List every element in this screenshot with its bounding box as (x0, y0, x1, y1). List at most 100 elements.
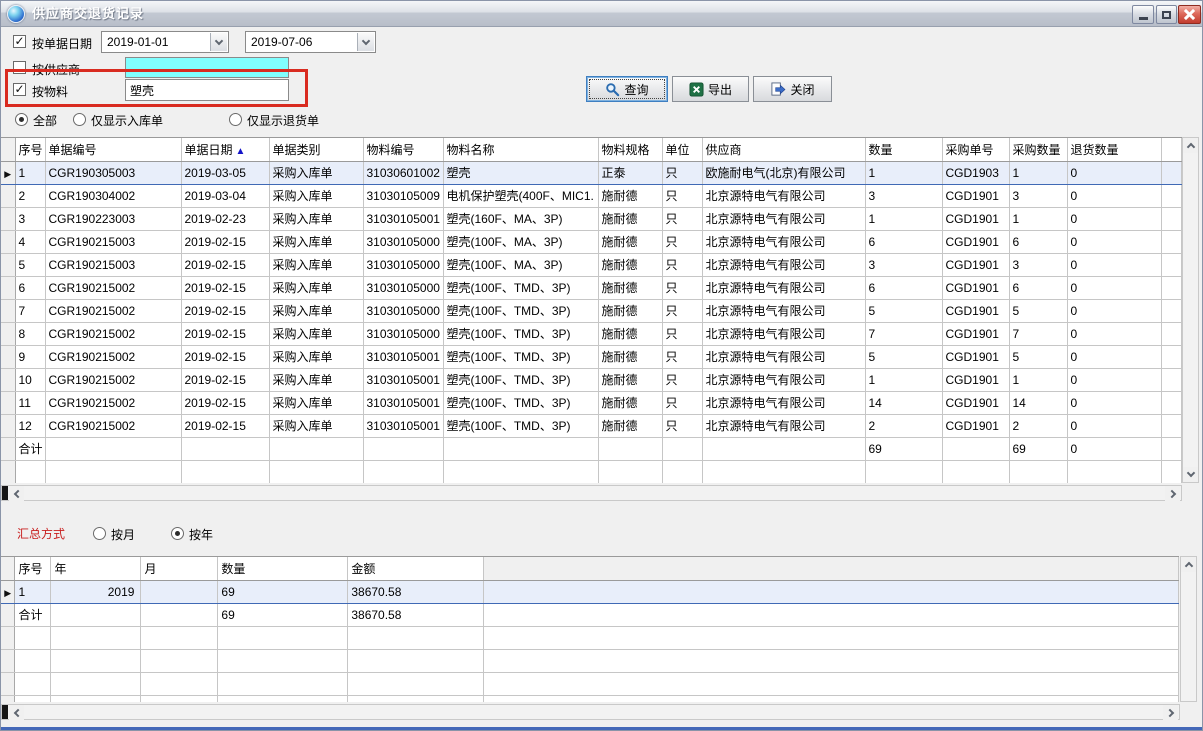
cell[interactable]: 31030105001 (363, 345, 443, 368)
cell[interactable]: 3 (865, 253, 942, 276)
cell[interactable]: 塑壳(100F、TMD、3P) (443, 414, 598, 437)
cell[interactable]: 施耐德 (598, 184, 662, 207)
cell[interactable]: 31030105000 (363, 253, 443, 276)
cell[interactable]: 施耐德 (598, 345, 662, 368)
cell[interactable]: CGR190215003 (45, 230, 181, 253)
cell[interactable]: 采购入库单 (269, 414, 363, 437)
splitter-handle[interactable] (2, 705, 8, 719)
cell[interactable]: 2019-02-15 (181, 414, 269, 437)
cell[interactable]: 塑壳(100F、TMD、3P) (443, 345, 598, 368)
cell[interactable]: 0 (1067, 161, 1161, 184)
radio-all[interactable] (15, 113, 28, 126)
column-header-material-no[interactable]: 物料编号 (363, 138, 443, 161)
cell[interactable]: 5 (865, 345, 942, 368)
cell[interactable]: 塑壳 (443, 161, 598, 184)
cell[interactable]: 31030105000 (363, 276, 443, 299)
column-header-doc-no[interactable]: 单据编号 (45, 138, 181, 161)
cell[interactable]: 7 (15, 299, 45, 322)
column-header-qty[interactable]: 数量 (218, 557, 348, 580)
cell[interactable]: CGD1901 (942, 368, 1009, 391)
column-header-seq[interactable]: 序号 (15, 557, 51, 580)
column-header-return-qty[interactable]: 退货数量 (1067, 138, 1161, 161)
cell[interactable]: 北京源特电气有限公司 (702, 299, 865, 322)
table-row[interactable]: ▶ 11CGR190215002 2019-02-15采购入库单 3103010… (1, 391, 1181, 414)
cell[interactable]: 0 (1067, 368, 1161, 391)
cell[interactable]: 1 (1009, 161, 1067, 184)
radio-by-year[interactable] (171, 527, 184, 540)
cell[interactable]: 只 (662, 276, 702, 299)
scroll-up-button[interactable] (1183, 138, 1198, 153)
cell[interactable]: 31030105001 (363, 414, 443, 437)
scroll-right-button[interactable] (1163, 705, 1178, 720)
cell[interactable]: 31030105001 (363, 391, 443, 414)
cell[interactable]: CGR190215002 (45, 322, 181, 345)
date-from-combobox[interactable]: 2019-01-01 (101, 31, 229, 53)
cell[interactable]: 2019-02-23 (181, 207, 269, 230)
cell[interactable]: 0 (1067, 299, 1161, 322)
cell[interactable]: 北京源特电气有限公司 (702, 345, 865, 368)
cell[interactable]: 北京源特电气有限公司 (702, 184, 865, 207)
title-bar[interactable]: 供应商交退货记录 (1, 1, 1203, 27)
cell[interactable]: 采购入库单 (269, 253, 363, 276)
scroll-left-button[interactable] (9, 486, 24, 501)
cell[interactable]: 采购入库单 (269, 207, 363, 230)
minimize-button[interactable] (1132, 5, 1154, 24)
cell[interactable]: 采购入库单 (269, 299, 363, 322)
cell[interactable]: 2019-02-15 (181, 322, 269, 345)
cell[interactable]: CGR190223003 (45, 207, 181, 230)
cell[interactable]: 2 (1009, 414, 1067, 437)
cell[interactable]: 6 (865, 276, 942, 299)
cell[interactable]: 采购入库单 (269, 276, 363, 299)
cell[interactable]: 只 (662, 184, 702, 207)
scroll-left-button[interactable] (9, 705, 24, 720)
cell[interactable]: 9 (15, 345, 45, 368)
cell[interactable]: CGD1901 (942, 391, 1009, 414)
radio-inbound-only[interactable] (73, 113, 86, 126)
table-row[interactable]: ▶ 4CGR190215003 2019-02-15采购入库单 31030105… (1, 230, 1181, 253)
summary-grid-hscrollbar[interactable] (1, 704, 1180, 720)
main-grid-vscrollbar[interactable] (1182, 137, 1199, 483)
cell[interactable]: CGD1901 (942, 414, 1009, 437)
cell[interactable]: 塑壳(100F、TMD、3P) (443, 391, 598, 414)
cell[interactable]: 只 (662, 253, 702, 276)
scroll-right-button[interactable] (1165, 486, 1180, 501)
table-row[interactable]: ▶ 10CGR190215002 2019-02-15采购入库单 3103010… (1, 368, 1181, 391)
cell[interactable]: 1 (1009, 207, 1067, 230)
cell[interactable]: 采购入库单 (269, 230, 363, 253)
cell[interactable]: 0 (1067, 276, 1161, 299)
cell[interactable]: 采购入库单 (269, 322, 363, 345)
cell[interactable]: CGD1901 (942, 345, 1009, 368)
cell[interactable]: 采购入库单 (269, 161, 363, 184)
cell[interactable]: 3 (865, 184, 942, 207)
cell[interactable]: 塑壳(100F、MA、3P) (443, 230, 598, 253)
cell[interactable]: 6 (1009, 276, 1067, 299)
scroll-down-button[interactable] (1183, 467, 1198, 482)
cell[interactable]: CGR190215002 (45, 276, 181, 299)
material-filter-checkbox[interactable]: ✓ (13, 83, 26, 96)
cell[interactable]: 2019-02-15 (181, 391, 269, 414)
table-row[interactable]: ▶ 3CGR190223003 2019-02-23采购入库单 31030105… (1, 207, 1181, 230)
cell[interactable]: 8 (15, 322, 45, 345)
cell[interactable]: 欧施耐电气(北京)有限公司 (702, 161, 865, 184)
cell[interactable]: CGR190305003 (45, 161, 181, 184)
cell[interactable]: 只 (662, 322, 702, 345)
cell[interactable]: 采购入库单 (269, 368, 363, 391)
cell[interactable]: 施耐德 (598, 299, 662, 322)
column-header-material-name[interactable]: 物料名称 (443, 138, 598, 161)
cell[interactable]: 2 (15, 184, 45, 207)
cell[interactable]: 2019-02-15 (181, 253, 269, 276)
cell[interactable]: 4 (15, 230, 45, 253)
cell[interactable]: 5 (15, 253, 45, 276)
cell[interactable]: 38670.58 (348, 580, 484, 603)
cell[interactable]: 31030105000 (363, 230, 443, 253)
column-header-year[interactable]: 年 (51, 557, 141, 580)
cell[interactable]: CGR190215002 (45, 414, 181, 437)
cell[interactable]: 只 (662, 299, 702, 322)
cell[interactable]: CGD1903 (942, 161, 1009, 184)
table-row[interactable]: ▶ 2CGR190304002 2019-03-04采购入库单 31030105… (1, 184, 1181, 207)
cell[interactable] (141, 580, 218, 603)
cell[interactable]: 5 (865, 299, 942, 322)
cell[interactable]: CGR190215002 (45, 345, 181, 368)
radio-returns-only[interactable] (229, 113, 242, 126)
cell[interactable]: 14 (1009, 391, 1067, 414)
